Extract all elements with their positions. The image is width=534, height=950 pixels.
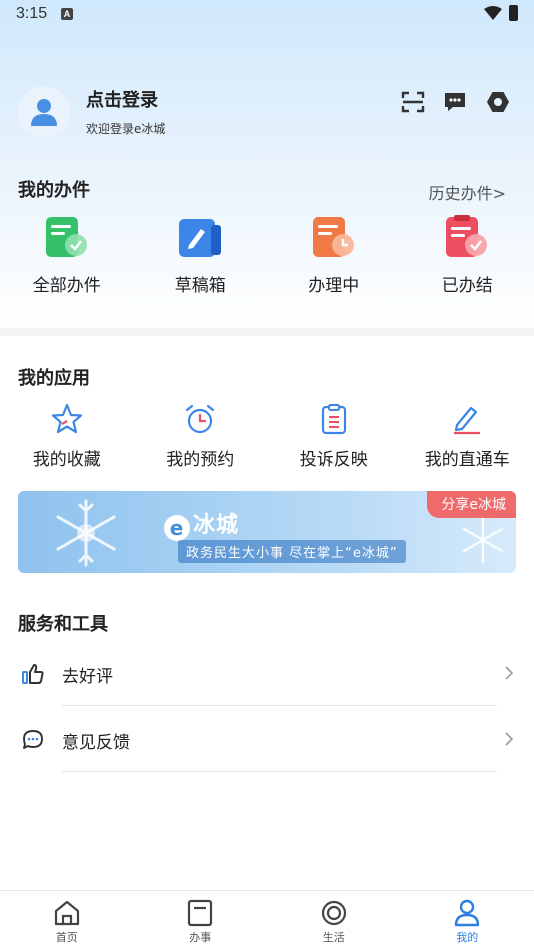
complaints-item[interactable]: 投诉反映	[267, 403, 401, 470]
complaints-label: 投诉反映	[299, 450, 368, 470]
edit-pen-icon	[454, 406, 481, 435]
snowflake-decoration-icon	[462, 516, 504, 564]
promo-banner[interactable]: 分享e冰城 e 冰城 政务民生大小事 尽在掌上“e冰城”	[18, 491, 516, 573]
history-tasks-link[interactable]: 历史办件>	[429, 180, 506, 204]
login-title[interactable]: 点击登录	[86, 86, 158, 112]
drafts-icon	[179, 219, 222, 257]
snowflake-icon	[56, 499, 116, 567]
thumbs-up-icon	[18, 663, 48, 685]
all-tasks-label: 全部办件	[32, 276, 101, 296]
feedback-row[interactable]: 意见反馈	[18, 708, 516, 772]
share-button[interactable]: 分享e冰城	[427, 491, 516, 518]
drafts-item[interactable]: 草稿箱	[134, 215, 268, 296]
in-progress-icon	[312, 217, 354, 257]
completed-item[interactable]: 已办结	[401, 215, 534, 296]
nav-mine[interactable]: 我的	[401, 891, 534, 950]
drafts-label: 草稿箱	[174, 276, 226, 296]
document-icon	[188, 899, 213, 927]
brand-e-logo: e	[164, 515, 190, 541]
my-apps-grid: 我的收藏 我的预约 投诉反映 我的直通车	[0, 403, 534, 470]
home-icon	[54, 900, 79, 926]
express-item[interactable]: 我的直通车	[401, 403, 534, 470]
alarm-clock-icon	[186, 404, 215, 434]
brand-text: 冰城	[193, 513, 240, 538]
appointments-label: 我的预约	[166, 450, 235, 470]
status-bar: 3:15 A	[0, 0, 534, 28]
favorites-item[interactable]: 我的收藏	[0, 403, 134, 470]
bottom-nav: 首页 办事 生活 我的	[0, 890, 534, 950]
good-review-row[interactable]: 去好评	[18, 642, 516, 706]
feedback-label: 意见反馈	[62, 732, 130, 753]
nav-life-label: 生活	[322, 931, 345, 944]
completed-icon	[446, 215, 488, 257]
clipboard-icon	[321, 404, 346, 435]
banner-brand: e 冰城	[164, 507, 239, 541]
section-divider	[0, 328, 534, 336]
nav-life[interactable]: 生活	[267, 891, 401, 950]
nav-home-label: 首页	[55, 931, 78, 944]
user-icon	[455, 899, 480, 927]
favorites-label: 我的收藏	[32, 450, 101, 470]
settings-icon[interactable]	[485, 90, 511, 114]
life-ring-icon	[321, 900, 346, 926]
all-tasks-item[interactable]: 全部办件	[0, 215, 134, 296]
wifi-icon	[484, 6, 502, 20]
nav-services-label: 办事	[189, 931, 212, 944]
appointments-item[interactable]: 我的预约	[134, 403, 268, 470]
star-icon	[51, 403, 82, 434]
nav-services[interactable]: 办事	[134, 891, 268, 950]
my-tasks-title: 我的办件	[18, 180, 90, 201]
my-apps-title: 我的应用	[18, 368, 90, 389]
all-tasks-icon	[45, 217, 87, 257]
good-review-label: 去好评	[62, 666, 113, 687]
banner-slogan: 政务民生大小事 尽在掌上“e冰城”	[178, 540, 406, 563]
chevron-right-icon	[505, 665, 514, 684]
in-progress-label: 办理中	[308, 276, 360, 296]
avatar[interactable]	[18, 86, 70, 138]
nav-mine-label: 我的	[456, 931, 479, 944]
message-icon[interactable]	[442, 90, 468, 114]
chevron-right-icon	[505, 731, 514, 750]
services-title: 服务和工具	[18, 614, 108, 635]
battery-icon	[509, 5, 518, 21]
user-avatar-icon	[31, 99, 57, 126]
completed-label: 已办结	[441, 276, 493, 296]
notification-indicator: A	[61, 8, 73, 20]
nav-home[interactable]: 首页	[0, 891, 134, 950]
scan-icon[interactable]	[400, 90, 426, 114]
login-subtitle: 欢迎登录e冰城	[86, 122, 166, 136]
chat-bubble-icon	[18, 729, 48, 751]
in-progress-item[interactable]: 办理中	[267, 215, 401, 296]
express-label: 我的直通车	[424, 450, 510, 470]
status-time: 3:15	[16, 5, 48, 22]
my-tasks-grid: 全部办件 草稿箱 办理中 已办结	[0, 215, 534, 296]
